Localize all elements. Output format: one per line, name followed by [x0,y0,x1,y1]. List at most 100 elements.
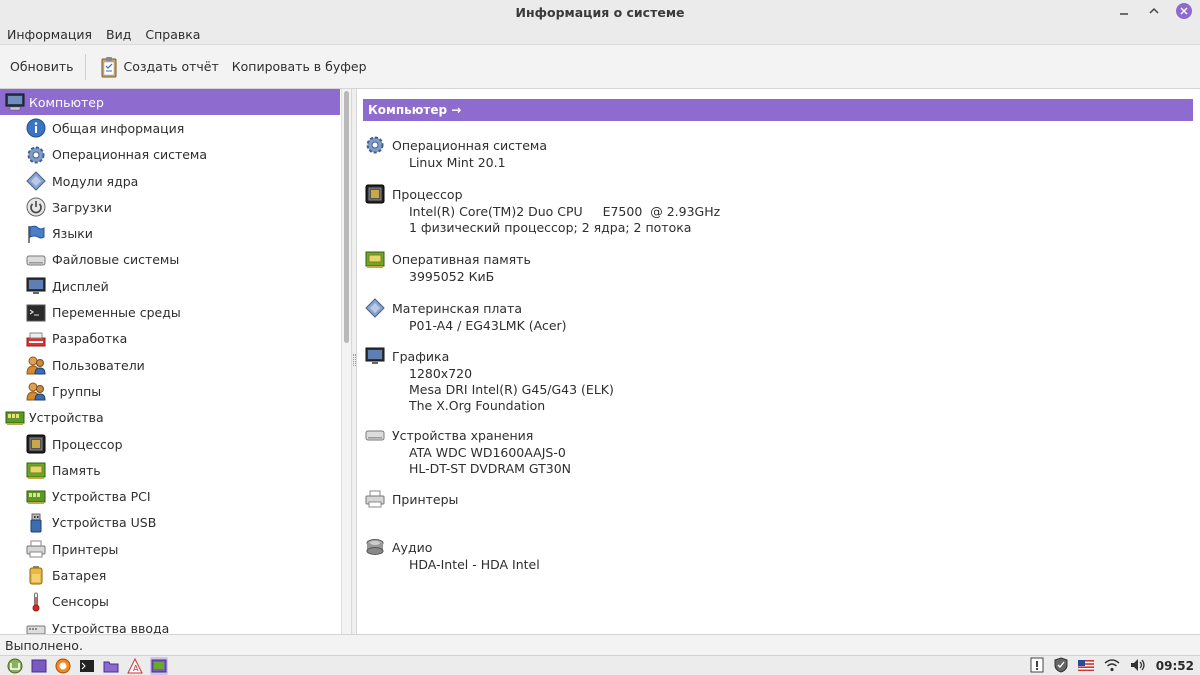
sidebar-item-label: Операционная система [52,147,208,163]
minimize-button[interactable] [1116,3,1132,19]
flag-icon [26,224,46,244]
section-header: Компьютер → [363,99,1193,121]
monitor-icon [26,276,46,296]
keyboard-layout-icon[interactable] [1077,659,1095,674]
sidebar-item-languages[interactable]: Языки [0,220,340,246]
sidebar-item-computer[interactable]: Компьютер [0,89,340,116]
group-icon [26,381,46,401]
sidebar-item-printers[interactable]: Принтеры [0,536,340,562]
mint-menu-icon[interactable] [6,657,24,675]
section-title: Материнская плата [392,300,522,316]
sidebar-item-label: Батарея [52,567,107,583]
memory-icon [365,249,385,269]
app-launcher-icon[interactable]: A [126,657,144,675]
toolbar: Обновить Создать отчёт Копировать в буфе… [0,45,1200,89]
battery-icon [26,565,46,585]
status-text: Выполнено. [5,637,83,653]
minimize-icon [1120,13,1128,15]
section-value: The X.Org Foundation [409,398,546,413]
update-manager-icon[interactable] [1030,657,1044,675]
sidebar-scrollbar[interactable] [341,89,351,634]
sidebar-scrollbar-thumb[interactable] [344,91,349,343]
close-button[interactable] [1176,3,1192,19]
gear-icon [26,145,46,165]
sidebar-item-label: Загрузки [52,199,112,215]
sidebar-item-environment[interactable]: Переменные среды [0,299,340,325]
users-icon [26,355,46,375]
sidebar-item-sensors[interactable]: Сенсоры [0,589,340,615]
sidebar-item-development[interactable]: Разработка [0,326,340,352]
terminal-icon [26,303,46,323]
sidebar-item-filesystems[interactable]: Файловые системы [0,247,340,273]
pci-icon [26,487,46,507]
main-panel: Компьютер → Операционная система Linux M… [357,89,1200,634]
sidebar-item-pci[interactable]: Устройства PCI [0,483,340,509]
board-icon [5,408,25,428]
sidebar-item-devices[interactable]: Устройства [0,405,340,431]
sidebar-item-label: Общая информация [52,120,185,136]
sidebar-item-label: Языки [52,226,93,242]
maximize-icon [1149,7,1159,14]
wifi-icon[interactable] [1104,658,1120,675]
section-value: HDA-Intel - HDA Intel [409,557,540,572]
menu-help[interactable]: Справка [145,27,200,42]
sidebar-item-users[interactable]: Пользователи [0,352,340,378]
refresh-button[interactable]: Обновить [10,59,74,74]
sidebar-item-summary[interactable]: Общая информация [0,115,340,141]
gear-icon [365,135,385,155]
thermometer-icon [26,592,46,612]
sidebar-item-label: Пользователи [52,357,145,373]
close-icon [1180,7,1188,15]
volume-icon[interactable] [1130,658,1146,675]
diamond-icon [26,171,46,191]
section-graphics: Графика 1280x720 Mesa DRI Intel(R) G45/G… [365,346,965,414]
audio-icon [365,537,385,557]
maximize-button[interactable] [1146,3,1162,19]
clock[interactable]: 09:52 [1156,659,1194,673]
shield-icon[interactable] [1054,656,1068,675]
sidebar-item-label: Принтеры [52,541,119,557]
dev-icon [26,329,46,349]
sidebar-item-display[interactable]: Дисплей [0,273,340,299]
splitter-grip[interactable] [353,354,356,366]
firefox-icon[interactable] [54,657,72,675]
section-title: Операционная система [392,137,548,153]
input-icon [26,618,46,634]
create-report-button[interactable]: Создать отчёт [100,56,219,78]
section-value: 1280x720 [409,366,473,381]
drive-icon [365,425,385,445]
sidebar-item-memory[interactable]: Память [0,457,340,483]
sidebar-item-battery[interactable]: Батарея [0,562,340,588]
sysinfo-window-button[interactable] [150,656,168,675]
taskbar: A 09:52 [0,655,1200,675]
section-title: Процессор [392,186,463,202]
sidebar-item-label: Устройства USB [52,515,157,531]
files-icon[interactable] [102,657,120,675]
sidebar-item-label: Сенсоры [52,594,109,610]
menu-info[interactable]: Информация [7,27,92,42]
sidebar-item-boots[interactable]: Загрузки [0,194,340,220]
window-controls [1116,3,1192,19]
copy-button[interactable]: Копировать в буфер [232,59,367,74]
sidebar-item-kernel-modules[interactable]: Модули ядра [0,168,340,194]
menu-view[interactable]: Вид [106,27,131,42]
sidebar-item-groups[interactable]: Группы [0,378,340,404]
section-memory: Оперативная память 3995052 КиБ [365,249,965,285]
section-value: ATA WDC WD1600AAJS-0 [409,445,566,460]
usb-icon [26,513,46,533]
section-title: Устройства хранения [392,427,534,443]
section-processor: Процессор Intel(R) Core(TM)2 Duo CPU E75… [365,184,965,236]
printer-icon [26,539,46,559]
sidebar-item-os[interactable]: Операционная система [0,142,340,168]
refresh-label: Обновить [10,59,74,74]
sidebar-item-input-devices[interactable]: Устройства ввода [0,615,340,634]
system-tray: 09:52 [1030,656,1194,675]
sidebar-item-processor[interactable]: Процессор [0,431,340,457]
cpu-icon [365,184,385,204]
sidebar-tree: Компьютер Общая информация Операционная … [0,89,340,634]
show-desktop-icon[interactable] [30,657,48,675]
sidebar-item-usb[interactable]: Устройства USB [0,510,340,536]
terminal-launcher-icon[interactable] [78,657,96,675]
sidebar-item-label: Разработка [52,331,128,347]
sidebar-item-label: Устройства ввода [52,620,170,634]
